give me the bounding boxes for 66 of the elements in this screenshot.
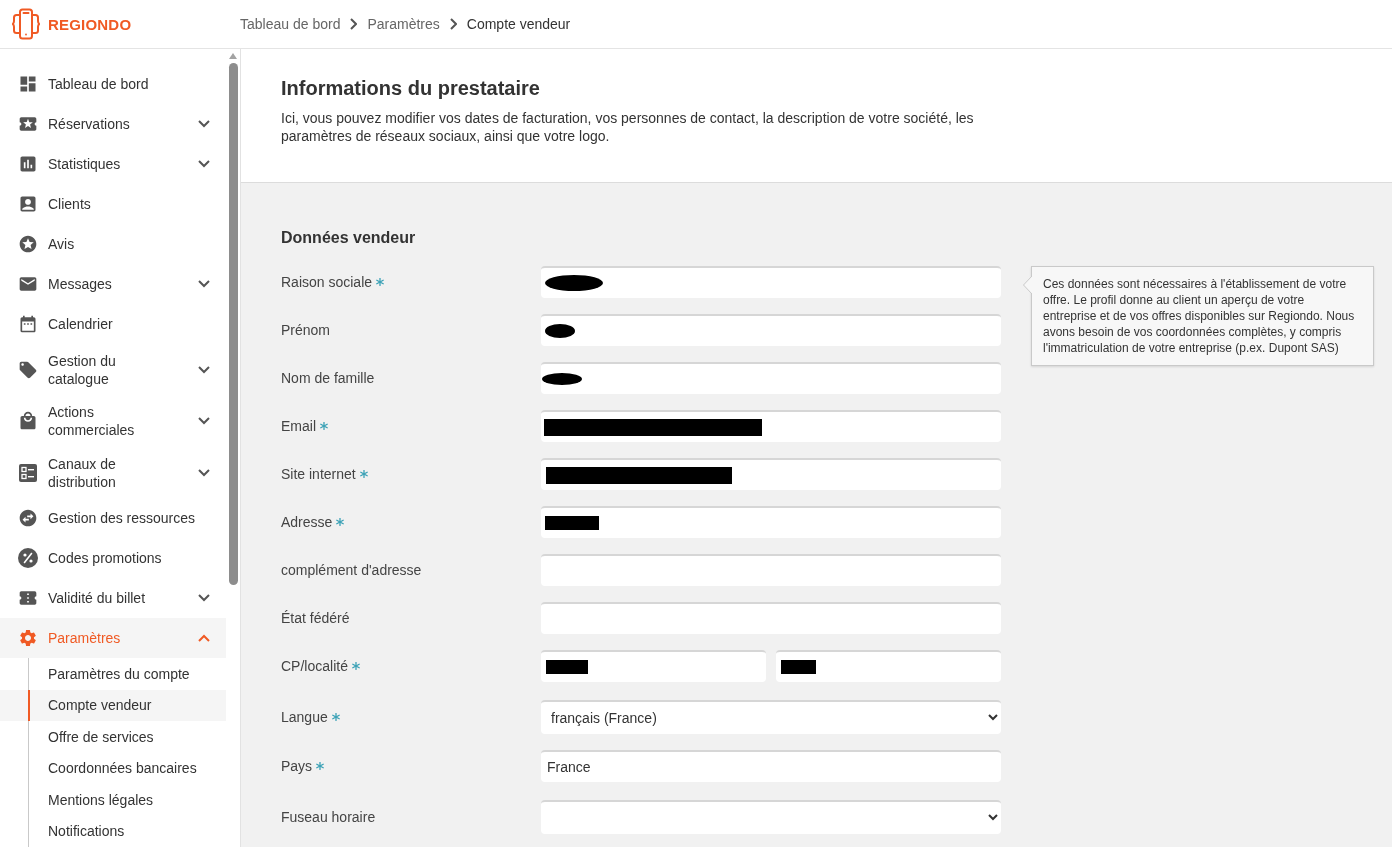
field-label: Fuseau horaire — [281, 809, 376, 825]
shopping-bag-icon — [18, 411, 38, 432]
text-field[interactable] — [541, 602, 1001, 634]
page-description: Ici, vous pouvez modifier vos dates de facturation, vos personnes de contact, la description de votre société, les paramètres de réseaux sociaux, ainsi que votre logo. — [281, 109, 975, 145]
text-field[interactable] — [541, 650, 766, 682]
section-title: Données vendeur — [281, 228, 417, 248]
field-label: Email — [281, 418, 316, 434]
field-label: Nom de famille — [281, 370, 375, 386]
text-field[interactable] — [776, 650, 1001, 682]
text-field[interactable]: France — [541, 750, 1001, 782]
sidebar-item[interactable]: Gestion du catalogue — [0, 344, 226, 396]
field-label: complément d'adresse — [281, 562, 422, 578]
chevron-right-icon — [449, 18, 457, 30]
field-label: Site internet — [281, 466, 356, 482]
field-label: État fédéré — [281, 610, 350, 626]
sidebar-item[interactable]: Codes promotions — [0, 538, 226, 579]
sidebar-item[interactable]: Réservations — [0, 104, 226, 144]
sidebar-item[interactable]: Clients — [0, 184, 226, 224]
sidebar-item[interactable]: Calendrier — [0, 304, 226, 344]
sidebar-item[interactable]: Actions commerciales — [0, 395, 226, 447]
breadcrumb-item[interactable]: Paramètres — [367, 16, 440, 32]
text-field[interactable] — [541, 506, 1001, 538]
text-field[interactable] — [541, 314, 1001, 346]
chevron-right-icon — [350, 18, 358, 30]
breadcrumb-item[interactable]: Compte vendeur — [466, 16, 571, 32]
sidebar-item[interactable]: Tableau de bord — [0, 64, 226, 104]
tag-icon — [18, 359, 38, 380]
field-label: Adresse — [281, 514, 333, 530]
sidebar-item[interactable]: Statistiques — [0, 144, 226, 184]
swap-arrows-icon — [18, 508, 38, 529]
text-field[interactable] — [541, 362, 1001, 394]
bar-chart-icon — [18, 154, 38, 174]
page-title: Informations du prestataire — [281, 76, 541, 101]
sidebar-subitem[interactable]: Offre de services — [0, 721, 226, 753]
sidebar-subitem[interactable]: Notifications — [0, 815, 226, 847]
checklist-icon — [18, 462, 38, 483]
sidebar-item[interactable]: Avis — [0, 224, 226, 264]
field-label: Raison sociale — [281, 274, 373, 290]
text-field[interactable] — [541, 266, 1001, 298]
select-field[interactable]: français (France) — [541, 700, 1001, 734]
text-field[interactable] — [541, 554, 1001, 586]
select-field[interactable] — [541, 800, 1001, 834]
sidebar-subitem[interactable]: Compte vendeur — [0, 689, 226, 722]
percent-icon — [18, 548, 38, 569]
logo-icon — [12, 8, 40, 40]
field-label: Prénom — [281, 322, 331, 338]
sidebar-subitem[interactable]: Mentions légales — [0, 784, 226, 816]
person-card-icon — [18, 194, 38, 214]
sidebar-item[interactable]: Validité du billet — [0, 578, 226, 619]
ticket-star-icon — [18, 114, 38, 134]
brand-name: REGIONDO — [48, 15, 132, 33]
sidebar-item[interactable]: Messages — [0, 264, 226, 304]
sidebar-subitem[interactable]: Paramètres du compte — [0, 658, 226, 690]
sidebar-item[interactable]: Canaux de distribution — [0, 446, 226, 499]
envelope-icon — [18, 274, 38, 294]
breadcrumb-item[interactable]: Tableau de bord — [240, 16, 341, 32]
field-label: CP/localité — [281, 658, 348, 674]
help-tooltip: Ces données sont nécessaires à l'établissement de votre offre. Le profil donne au client un aperçu de votre entreprise et de vos offres disponibles sur Regiondo. Nous avons besoin de vos coordonnées complètes, y compris l'immatriculation de votre entreprise (p.ex. Dupont SAS) — [1031, 266, 1374, 366]
sidebar-subitem[interactable]: Coordonnées bancaires — [0, 752, 226, 785]
settings-icon — [18, 628, 38, 649]
scrollbar-thumb[interactable] — [228, 63, 238, 585]
field-label: Langue — [281, 709, 328, 725]
calendar-icon — [18, 314, 38, 334]
sidebar-item[interactable]: Gestion des ressources — [0, 498, 226, 539]
field-label: Pays — [281, 758, 313, 774]
dashboard-icon — [18, 74, 38, 94]
